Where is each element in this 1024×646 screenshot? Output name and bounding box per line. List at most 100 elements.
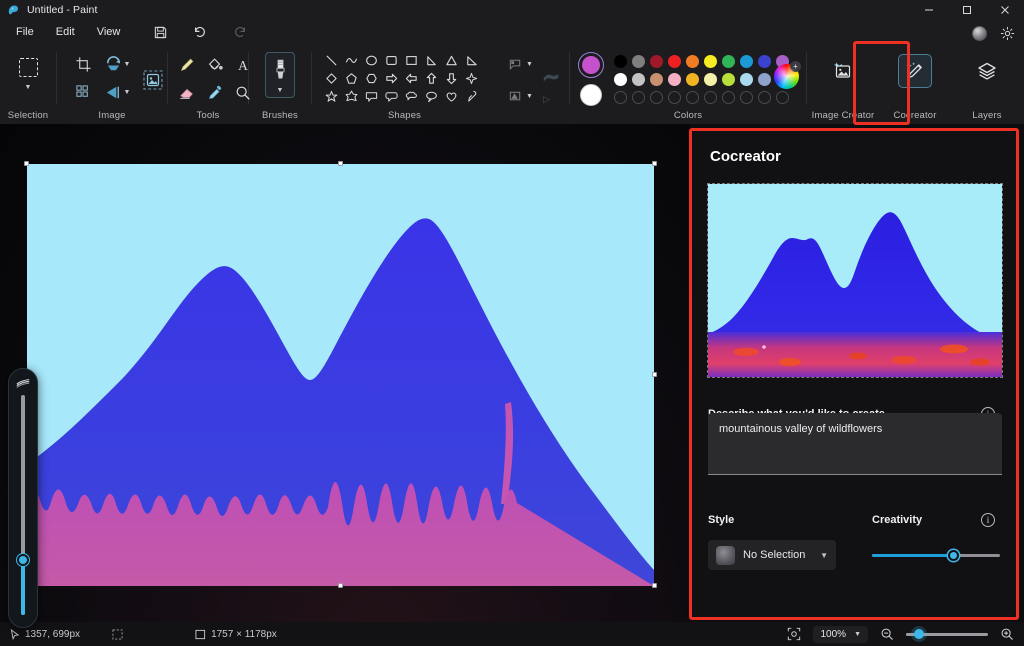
shape-four-point-star[interactable] <box>462 70 481 87</box>
color-swatch[interactable] <box>758 55 771 68</box>
eyedropper-icon[interactable] <box>202 80 228 106</box>
shape-rectangle[interactable] <box>402 52 421 69</box>
fit-to-window-icon[interactable] <box>785 625 803 643</box>
settings-gear-icon[interactable] <box>994 22 1020 44</box>
color-swatch[interactable] <box>668 91 681 104</box>
shape-rounded-rectangle[interactable] <box>382 52 401 69</box>
fill-dropdown[interactable]: ▼ <box>505 86 533 106</box>
color-swatch[interactable] <box>704 91 717 104</box>
shape-lightning[interactable] <box>462 88 481 105</box>
minimize-button[interactable] <box>910 0 948 20</box>
shape-left-arrow[interactable] <box>402 70 421 87</box>
color-swatch[interactable] <box>722 73 735 86</box>
resize-handle-top-left[interactable] <box>24 161 29 166</box>
shape-line[interactable] <box>322 52 341 69</box>
shape-rounded-callout[interactable] <box>382 88 401 105</box>
color-swatch[interactable] <box>704 55 717 68</box>
add-color-icon[interactable]: + <box>790 61 801 72</box>
cocreator-preview-image[interactable] <box>708 184 1002 377</box>
selection-tool-button[interactable] <box>13 54 43 80</box>
color-swatch[interactable] <box>686 55 699 68</box>
shape-up-arrow[interactable] <box>422 70 441 87</box>
shape-right-triangle[interactable] <box>422 52 441 69</box>
fill-style-icon[interactable] <box>505 86 525 106</box>
resize-handle-bottom-right[interactable] <box>652 583 657 588</box>
fill-chevron-down-icon[interactable]: ▼ <box>526 93 533 100</box>
shape-cloud-callout[interactable] <box>402 88 421 105</box>
resize-handle-top-right[interactable] <box>652 161 657 166</box>
eraser-icon[interactable] <box>174 80 200 106</box>
color-swatch[interactable] <box>722 91 735 104</box>
custom-color-wheel[interactable]: + <box>774 64 799 89</box>
color-swatch[interactable] <box>632 91 645 104</box>
outline-chevron-down-icon[interactable]: ▼ <box>526 61 533 68</box>
close-button[interactable] <box>986 0 1024 20</box>
brush-size-slider[interactable] <box>8 368 38 628</box>
brushes-chevron-down-icon[interactable]: ▼ <box>277 87 284 94</box>
remove-background-icon[interactable] <box>139 66 167 94</box>
color-swatch[interactable] <box>614 55 627 68</box>
color-swatch[interactable] <box>740 73 753 86</box>
brushes-button[interactable]: ▼ <box>265 52 295 98</box>
undo-icon[interactable] <box>186 22 214 42</box>
zoom-level-dropdown[interactable]: 100% ▼ <box>813 626 868 643</box>
brush-size-thumb[interactable] <box>17 554 29 566</box>
prompt-input[interactable] <box>708 413 1002 475</box>
outline-dropdown[interactable]: ▼ <box>505 54 533 74</box>
shape-diamond[interactable] <box>322 70 341 87</box>
maximize-button[interactable] <box>948 0 986 20</box>
color-swatch[interactable] <box>650 91 663 104</box>
primary-color-swatch[interactable] <box>578 52 604 78</box>
fill-bucket-icon[interactable] <box>202 52 228 78</box>
resize-handle-top-center[interactable] <box>338 161 343 166</box>
shape-oval-callout[interactable] <box>422 88 441 105</box>
shape-rectangle-callout[interactable] <box>362 88 381 105</box>
color-swatch[interactable] <box>650 55 663 68</box>
creativity-slider[interactable] <box>872 549 1000 563</box>
resize-handle-bottom-center[interactable] <box>338 583 343 588</box>
redo-icon[interactable] <box>226 22 254 42</box>
outline-icon[interactable] <box>505 54 525 74</box>
menu-edit[interactable]: Edit <box>46 23 85 41</box>
account-avatar[interactable] <box>966 22 992 44</box>
color-swatch[interactable] <box>704 73 717 86</box>
shape-pentagon[interactable] <box>342 70 361 87</box>
shape-right-arrow[interactable] <box>382 70 401 87</box>
shape-down-arrow[interactable] <box>442 70 461 87</box>
shape-triangle[interactable] <box>442 52 461 69</box>
save-icon[interactable] <box>146 22 174 42</box>
flip-chevron-down-icon[interactable]: ▼ <box>121 80 133 104</box>
color-swatch[interactable] <box>614 91 627 104</box>
shape-six-point-star[interactable] <box>342 88 361 105</box>
shape-curve[interactable] <box>342 52 361 69</box>
shape-swatch[interactable] <box>539 66 563 86</box>
brush-size-track[interactable] <box>21 395 25 615</box>
color-swatch[interactable] <box>776 91 789 104</box>
creativity-thumb[interactable] <box>948 550 959 561</box>
zoom-chevron-down-icon[interactable]: ▼ <box>854 631 861 638</box>
canvas[interactable] <box>27 164 654 586</box>
rotate-chevron-down-icon[interactable]: ▼ <box>121 52 133 76</box>
color-swatch[interactable] <box>758 73 771 86</box>
color-swatch[interactable] <box>632 73 645 86</box>
shape-heart[interactable] <box>442 88 461 105</box>
color-swatch[interactable] <box>614 73 627 86</box>
zoom-slider[interactable] <box>906 628 988 640</box>
color-swatch[interactable] <box>722 55 735 68</box>
layers-button[interactable] <box>970 54 1004 88</box>
resize-icon[interactable] <box>71 80 95 104</box>
style-dropdown[interactable]: No Selection ▼ <box>708 540 836 570</box>
color-swatch[interactable] <box>758 91 771 104</box>
zoom-out-icon[interactable] <box>878 625 896 643</box>
shape-five-point-star[interactable] <box>322 88 341 105</box>
color-swatch[interactable] <box>632 55 645 68</box>
resize-handle-middle-right[interactable] <box>652 372 657 377</box>
creativity-info-icon[interactable]: i <box>981 513 995 527</box>
crop-icon[interactable] <box>71 52 95 76</box>
menu-file[interactable]: File <box>6 23 44 41</box>
color-swatch[interactable] <box>740 91 753 104</box>
zoom-in-icon[interactable] <box>998 625 1016 643</box>
shape-quadrilateral[interactable] <box>462 52 481 69</box>
style-chevron-down-icon[interactable]: ▼ <box>820 551 828 560</box>
shape-hexagon[interactable] <box>362 70 381 87</box>
